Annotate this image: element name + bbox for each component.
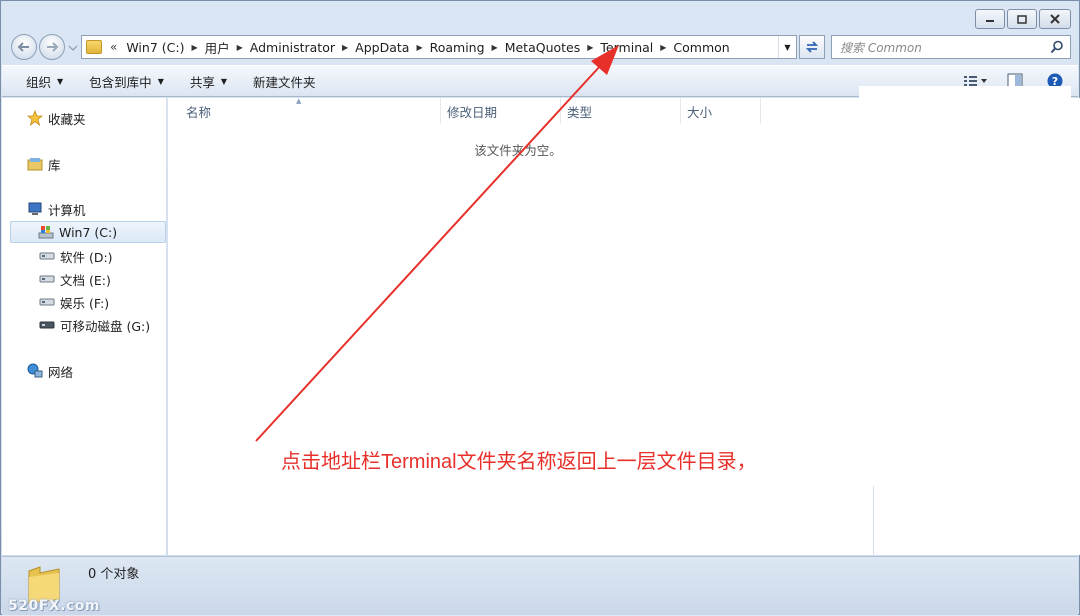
search-placeholder: 搜索 Common: [840, 40, 922, 55]
breadcrumb-item[interactable]: Roaming: [425, 40, 490, 55]
close-icon: [1050, 14, 1060, 24]
column-header-type[interactable]: 类型: [561, 98, 681, 124]
breadcrumb-item[interactable]: Win7 (C:): [121, 40, 189, 55]
breadcrumb-item[interactable]: AppData: [350, 40, 414, 55]
column-header-date[interactable]: 修改日期: [441, 98, 561, 124]
breadcrumb-item[interactable]: 用户: [200, 38, 235, 57]
column-label: 修改日期: [447, 104, 498, 120]
address-bar[interactable]: « Win7 (C:) ▶ 用户 ▶ Administrator ▶ AppDa…: [81, 35, 797, 59]
breadcrumb-separator-icon[interactable]: ▶: [585, 43, 595, 52]
folder-icon: [86, 40, 102, 54]
column-label: 大小: [687, 104, 713, 120]
back-arrow-icon: [17, 42, 29, 52]
forward-button[interactable]: [39, 34, 65, 60]
forward-arrow-icon: [47, 42, 59, 52]
system-drive-icon: [37, 224, 55, 240]
new-folder-label: 新建文件夹: [253, 74, 316, 90]
breadcrumb-item[interactable]: Administrator: [245, 40, 340, 55]
nav-label: 收藏夹: [48, 111, 86, 127]
maximize-icon: [1017, 14, 1027, 24]
removable-drive-icon: [38, 317, 56, 333]
new-folder-button[interactable]: 新建文件夹: [243, 69, 326, 93]
nav-label: 可移动磁盘 (G:): [60, 318, 151, 334]
search-input[interactable]: 搜索 Common: [831, 35, 1071, 59]
minimize-icon: [986, 20, 994, 22]
hard-drive-icon: [38, 248, 56, 264]
hard-drive-icon: [38, 271, 56, 287]
nav-item-favorites[interactable]: 收藏夹: [26, 107, 86, 129]
maximize-button[interactable]: [1007, 9, 1037, 29]
breadcrumb-item-terminal[interactable]: Terminal: [595, 40, 658, 55]
refresh-icon: [805, 41, 819, 53]
nav-item-network[interactable]: 网络: [26, 360, 73, 382]
breadcrumb-item[interactable]: MetaQuotes: [500, 40, 586, 55]
nav-label: 文档 (E:): [60, 272, 111, 288]
breadcrumb-separator-icon[interactable]: ▶: [414, 43, 424, 52]
item-count: 0 个对象: [88, 567, 140, 582]
library-icon: [26, 156, 44, 172]
chevron-down-icon: ▼: [57, 76, 64, 86]
organize-button[interactable]: 组织 ▼: [16, 69, 73, 93]
blank-overlay: [859, 86, 1071, 486]
caption-buttons: [975, 9, 1071, 29]
chevron-down-icon: ▼: [220, 76, 228, 86]
include-library-label: 包含到库中: [89, 74, 152, 90]
share-label: 共享: [189, 74, 215, 90]
explorer-window: « Win7 (C:) ▶ 用户 ▶ Administrator ▶ AppDa…: [0, 0, 1080, 615]
nav-label: 软件 (D:): [60, 249, 113, 265]
column-header-name[interactable]: 名称: [168, 98, 441, 124]
empty-folder-message: 该文件夹为空。: [474, 143, 562, 158]
star-icon: [26, 110, 44, 126]
nav-label: 库: [48, 157, 61, 173]
breadcrumb: Win7 (C:) ▶ 用户 ▶ Administrator ▶ AppData…: [121, 38, 734, 57]
navigation-pane: 收藏夹 库 计算机 Win7 (C:) 软件 (D:) 文档 (E:) 娱乐 (…: [2, 98, 167, 555]
breadcrumb-separator-icon[interactable]: ▶: [235, 43, 245, 52]
column-headers: ▲ 名称 修改日期 类型 大小: [168, 97, 873, 124]
nav-label: 娱乐 (F:): [60, 295, 110, 311]
refresh-button[interactable]: [799, 35, 825, 59]
navigation-bar: « Win7 (C:) ▶ 用户 ▶ Administrator ▶ AppDa…: [1, 33, 1079, 61]
search-icon[interactable]: [1050, 40, 1064, 54]
nav-label: Win7 (C:): [59, 224, 118, 240]
include-in-library-button[interactable]: 包含到库中 ▼: [79, 69, 174, 93]
nav-item-computer[interactable]: 计算机: [26, 198, 86, 220]
breadcrumb-item-current[interactable]: Common: [668, 40, 734, 55]
address-overflow-chevron[interactable]: «: [110, 40, 121, 54]
watermark: 520FX.com: [8, 598, 100, 614]
close-button[interactable]: [1039, 9, 1071, 29]
share-button[interactable]: 共享 ▼: [180, 69, 237, 93]
address-dropdown-icon[interactable]: ▼: [778, 36, 796, 58]
minimize-button[interactable]: [975, 9, 1005, 29]
column-label: 名称: [186, 104, 212, 120]
recent-pages-icon[interactable]: [68, 43, 78, 53]
hard-drive-icon: [38, 294, 56, 310]
nav-label: 网络: [48, 364, 74, 380]
breadcrumb-separator-icon[interactable]: ▶: [490, 43, 500, 52]
organize-label: 组织: [26, 74, 52, 90]
chevron-down-icon: ▼: [157, 76, 164, 86]
nav-item-drive-g[interactable]: 可移动磁盘 (G:): [38, 314, 150, 336]
breadcrumb-separator-icon[interactable]: ▶: [340, 43, 350, 52]
nav-label: 计算机: [48, 202, 86, 218]
details-pane: 0 个对象 520FX.com: [2, 556, 1078, 615]
breadcrumb-separator-icon[interactable]: ▶: [189, 43, 199, 52]
nav-item-drive-e[interactable]: 文档 (E:): [38, 268, 111, 290]
network-icon: [26, 363, 44, 379]
computer-icon: [26, 201, 44, 217]
nav-item-drive-d[interactable]: 软件 (D:): [38, 245, 113, 267]
nav-item-libraries[interactable]: 库: [26, 153, 61, 175]
back-button[interactable]: [11, 34, 37, 60]
nav-item-drive-c[interactable]: Win7 (C:): [10, 221, 166, 243]
column-header-size[interactable]: 大小: [681, 98, 761, 124]
nav-item-drive-f[interactable]: 娱乐 (F:): [38, 291, 109, 313]
breadcrumb-separator-icon[interactable]: ▶: [658, 43, 668, 52]
file-list: ▲ 名称 修改日期 类型 大小 该文件夹为空。: [168, 97, 873, 555]
column-label: 类型: [567, 104, 593, 120]
annotation-text: 点击地址栏Terminal文件夹名称返回上一层文件目录，: [281, 451, 757, 473]
